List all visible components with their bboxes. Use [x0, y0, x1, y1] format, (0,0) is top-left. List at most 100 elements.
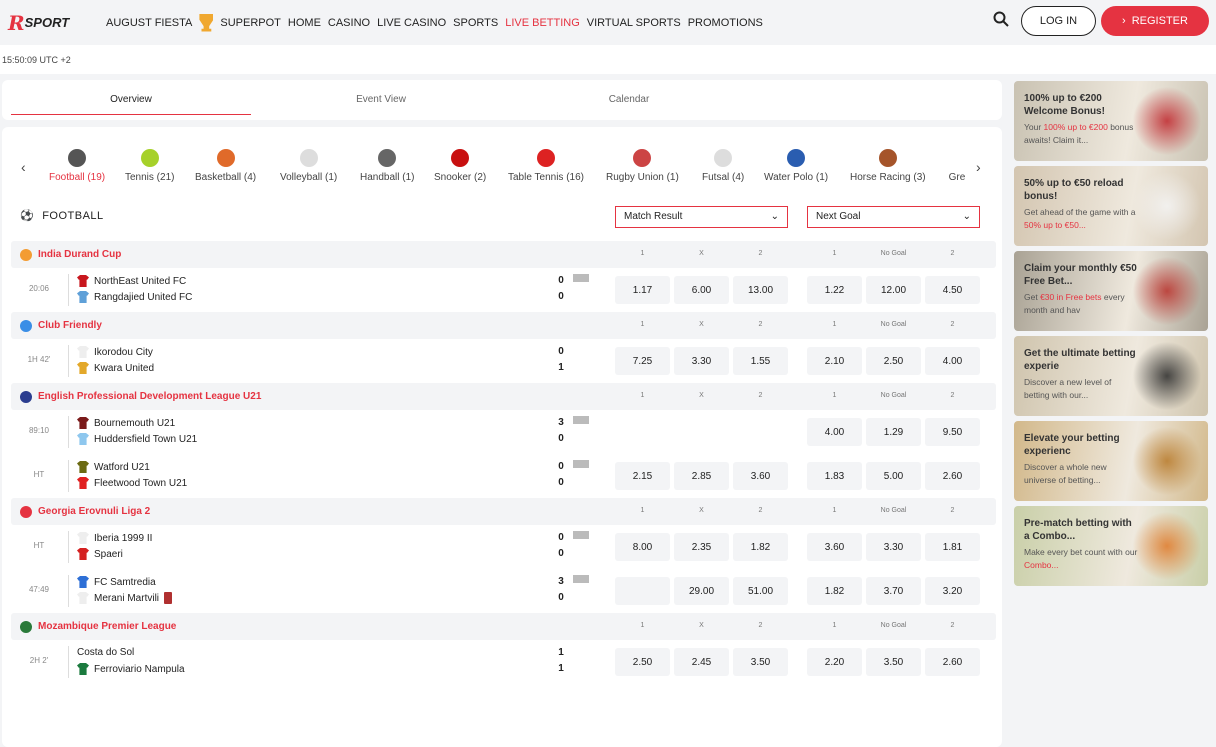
nav-casino[interactable]: CASINO	[328, 17, 370, 29]
nav-live-casino[interactable]: LIVE CASINO	[377, 17, 446, 29]
odds-button[interactable]: 3.50	[733, 648, 788, 676]
team-shirt-icon	[77, 433, 89, 445]
sport-item[interactable]: Football (19)	[49, 147, 105, 183]
sport-item[interactable]: Tennis (21)	[125, 147, 174, 183]
sport-item[interactable]: Water Polo (1)	[764, 147, 828, 183]
sport-item[interactable]: Horse Racing (3)	[850, 147, 926, 183]
odds-button[interactable]: 1.81	[925, 533, 980, 561]
tab-calendar[interactable]: Calendar	[509, 94, 749, 105]
odds-button[interactable]: 13.00	[733, 276, 788, 304]
match-row[interactable]: HT Iberia 1999 II Spaeri 0 0 8.00 2.35 1.82 3.60…	[11, 525, 996, 569]
sport-item[interactable]: Handball (1)	[360, 147, 414, 183]
sport-label: Gre	[948, 172, 966, 183]
sport-item[interactable]: Basketball (4)	[195, 147, 256, 183]
league-header[interactable]: English Professional Development League …	[11, 383, 996, 410]
promo-image	[1132, 342, 1202, 410]
league-header[interactable]: India Durand Cup 1 X 2 1 No Goal 2	[11, 241, 996, 268]
match-row[interactable]: 2H 2' Costa do Sol Ferroviario Nampula 1 1 2.…	[11, 640, 996, 684]
league-header[interactable]: Club Friendly 1 X 2 1 No Goal 2	[11, 312, 996, 339]
odds-button[interactable]: 1.82	[733, 533, 788, 561]
odds-button[interactable]: 1.83	[807, 462, 862, 490]
sport-item[interactable]: Gre	[948, 147, 966, 183]
odds-button[interactable]: 2.15	[615, 462, 670, 490]
register-button[interactable]: › REGISTER	[1101, 6, 1209, 36]
odds-button[interactable]: 2.50	[615, 648, 670, 676]
nav-promotions[interactable]: PROMOTIONS	[688, 17, 763, 29]
odds-button[interactable]: 2.60	[925, 462, 980, 490]
sport-item[interactable]: Volleyball (1)	[280, 147, 337, 183]
chevron-left-icon[interactable]: ‹	[21, 159, 26, 175]
odds-button[interactable]: 4.00	[807, 418, 862, 446]
sport-item[interactable]: Rugby Union (1)	[606, 147, 679, 183]
odds-column-label: 1	[832, 622, 837, 629]
chevron-right-icon[interactable]: ›	[976, 159, 981, 175]
odds-button[interactable]: 9.50	[925, 418, 980, 446]
odds-button[interactable]: 3.70	[866, 577, 921, 605]
pitch-tracker-icon[interactable]	[573, 531, 589, 539]
promo-banner[interactable]: 50% up to €50 reload bonus! Get ahead of …	[1014, 166, 1208, 246]
login-button[interactable]: LOG IN	[1021, 6, 1096, 36]
odds-button[interactable]	[615, 577, 670, 605]
promo-banner[interactable]: Get the ultimate betting experie Discover…	[1014, 336, 1208, 416]
league-header[interactable]: Georgia Erovnuli Liga 2 1 X 2 1 No Goal 2	[11, 498, 996, 525]
odds-button[interactable]: 3.20	[925, 577, 980, 605]
nav-virtual-sports[interactable]: VIRTUAL SPORTS	[587, 17, 681, 29]
odds-button[interactable]: 7.25	[615, 347, 670, 375]
odds-button[interactable]: 1.82	[807, 577, 862, 605]
league-header[interactable]: Mozambique Premier League 1 X 2 1 No Goal 2	[11, 613, 996, 640]
promo-banner[interactable]: Elevate your betting experienc Discover a…	[1014, 421, 1208, 501]
odds-button[interactable]: 3.60	[733, 462, 788, 490]
promo-banner[interactable]: Pre-match betting with a Combo... Make ev…	[1014, 506, 1208, 586]
pitch-tracker-icon[interactable]	[573, 460, 589, 468]
match-row[interactable]: 89:10 Bournemouth U21 Huddersfield Town U2…	[11, 410, 996, 454]
pitch-tracker-icon[interactable]	[573, 575, 589, 583]
logo[interactable]: R SPORT	[8, 11, 86, 35]
odds-column-label: 1	[640, 507, 645, 514]
search-icon[interactable]	[993, 11, 1009, 27]
promo-banner[interactable]: 100% up to €200 Welcome Bonus! Your 100% …	[1014, 81, 1208, 161]
odds-button[interactable]: 4.50	[925, 276, 980, 304]
nav-home[interactable]: HOME	[288, 17, 321, 29]
odds-button[interactable]: 2.45	[674, 648, 729, 676]
odds-button[interactable]: 51.00	[733, 577, 788, 605]
sport-item[interactable]: Snooker (2)	[434, 147, 486, 183]
odds-button[interactable]: 2.35	[674, 533, 729, 561]
market-select-1[interactable]: Match Result ⌄	[615, 206, 788, 228]
tab-event-view[interactable]: Event View	[261, 94, 501, 105]
football-icon: ⚽	[20, 210, 35, 222]
odds-button[interactable]: 3.50	[866, 648, 921, 676]
market-select-2[interactable]: Next Goal ⌄	[807, 206, 980, 228]
odds-button[interactable]: 2.60	[925, 648, 980, 676]
match-row[interactable]: 1H 42' Ikorodou City Kwara United 0 1 7.25 3.3…	[11, 339, 996, 383]
match-row[interactable]: 47:49 FC Samtredia Merani Martvili 3 0 29.00 5…	[11, 569, 996, 613]
nav-august-fiesta[interactable]: AUGUST FIESTA	[106, 17, 192, 29]
odds-button[interactable]: 1.55	[733, 347, 788, 375]
odds-button[interactable]: 4.00	[925, 347, 980, 375]
odds-button[interactable]: 3.60	[807, 533, 862, 561]
odds-button[interactable]: 8.00	[615, 533, 670, 561]
sport-item[interactable]: Table Tennis (16)	[508, 147, 584, 183]
odds-button[interactable]: 2.20	[807, 648, 862, 676]
sport-item[interactable]: Futsal (4)	[702, 147, 744, 183]
nav-live-betting[interactable]: LIVE BETTING	[505, 17, 580, 29]
odds-button[interactable]: 5.00	[866, 462, 921, 490]
nav-sports[interactable]: SPORTS	[453, 17, 498, 29]
odds-button[interactable]: 3.30	[866, 533, 921, 561]
odds-button[interactable]: 2.85	[674, 462, 729, 490]
odds-button[interactable]: 12.00	[866, 276, 921, 304]
odds-button[interactable]: 3.30	[674, 347, 729, 375]
odds-button[interactable]: 2.50	[866, 347, 921, 375]
pitch-tracker-icon[interactable]	[573, 274, 589, 282]
pitch-tracker-icon[interactable]	[573, 416, 589, 424]
odds-button[interactable]: 1.17	[615, 276, 670, 304]
odds-button[interactable]: 6.00	[674, 276, 729, 304]
nav-superpot[interactable]: SUPERPOT	[220, 17, 281, 29]
match-row[interactable]: HT Watford U21 Fleetwood Town U21 0 0 2.15 2.8…	[11, 454, 996, 498]
odds-button[interactable]: 2.10	[807, 347, 862, 375]
odds-button[interactable]: 1.22	[807, 276, 862, 304]
odds-button[interactable]: 1.29	[866, 418, 921, 446]
odds-button[interactable]: 29.00	[674, 577, 729, 605]
tab-overview[interactable]: Overview	[11, 94, 251, 115]
promo-banner[interactable]: Claim your monthly €50 Free Bet... Get €3…	[1014, 251, 1208, 331]
match-row[interactable]: 20:06 NorthEast United FC Rangdajied Unite…	[11, 268, 996, 312]
